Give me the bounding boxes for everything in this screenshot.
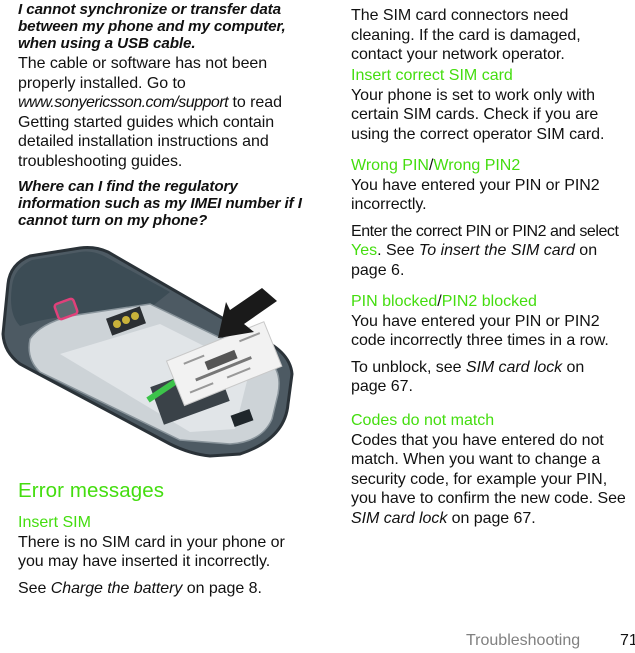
page-number: 71 [620,632,635,649]
title-b: Wrong PIN2 [433,157,521,174]
error-description: You have entered your PIN or PIN2 incorr… [351,176,600,214]
error-insert-correct-sim: Insert correct SIM card Your phone is se… [351,66,631,144]
error-description: Your phone is set to work only with cert… [351,86,605,143]
faq-answer-usb: The cable or software has not been prope… [18,54,318,171]
error-description: Codes that you have entered do not match… [351,431,635,529]
section-heading: Error messages [18,479,165,502]
ref-suffix: on page 8. [182,579,262,597]
error-wrong-pin: Wrong PIN/Wrong PIN2 You have entered yo… [351,156,635,280]
error-reference: See Charge the battery on page 8. [18,579,318,599]
page-footer: Troubleshooting 71 [466,632,635,650]
answer-text: The cable or software has not been prope… [18,55,268,92]
error-title: Codes do not match [351,412,495,429]
softkey-yes: Yes [351,242,378,259]
title-b: PIN2 blocked [441,293,537,310]
description-text: Codes that you have entered do not match… [351,431,626,508]
instr-prefix: To unblock, see [351,358,466,376]
title-a: PIN blocked [351,293,438,310]
phone-illustration [1,246,294,458]
ref-link[interactable]: To insert the SIM card [419,242,575,259]
title-a: Wrong PIN [351,157,429,174]
ref-prefix: See [18,579,51,597]
error-pin-blocked: PIN blocked/PIN2 blocked You have entere… [351,292,635,397]
ref-suffix: on page 67. [447,509,536,527]
footer-section-title: Troubleshooting [466,632,581,649]
error-instruction: To unblock, see SIM card lock on page 67… [351,358,611,397]
arrow-icon [218,288,277,338]
error-title: Wrong PIN/Wrong PIN2 [351,156,635,176]
faq-imei: Where can I find the regulatory informat… [18,178,308,229]
ref-link[interactable]: SIM card lock [466,359,562,376]
error-instruction: Enter the correct PIN or PIN2 and select… [351,222,635,281]
error-description: You have entered your PIN or PIN2 code i… [351,312,609,350]
error-title: Insert SIM [18,514,91,531]
error-title: Insert correct SIM card [351,67,513,84]
faq-question-imei: Where can I find the regulatory informat… [18,178,302,229]
ref-link[interactable]: Charge the battery [51,580,183,597]
error-codes-mismatch: Codes do not match Codes that you have e… [351,411,635,528]
ref-link[interactable]: SIM card lock [351,510,447,527]
continued-text: The SIM card connectors need cleaning. I… [351,7,581,63]
error-description: There is no SIM card in your phone or yo… [18,533,285,571]
faq-question-usb: I cannot synchronize or transfer data be… [18,1,286,52]
error-title: PIN blocked/PIN2 blocked [351,292,635,312]
instr-mid: . See [377,242,419,259]
error-insert-sim: Insert SIM There is no SIM card in your … [18,513,318,598]
support-link[interactable]: www.sonyericsson.com/support [18,94,229,111]
faq-usb: I cannot synchronize or transfer data be… [18,1,318,171]
instr-prefix: Enter the correct PIN or PIN2 and select [351,222,619,240]
